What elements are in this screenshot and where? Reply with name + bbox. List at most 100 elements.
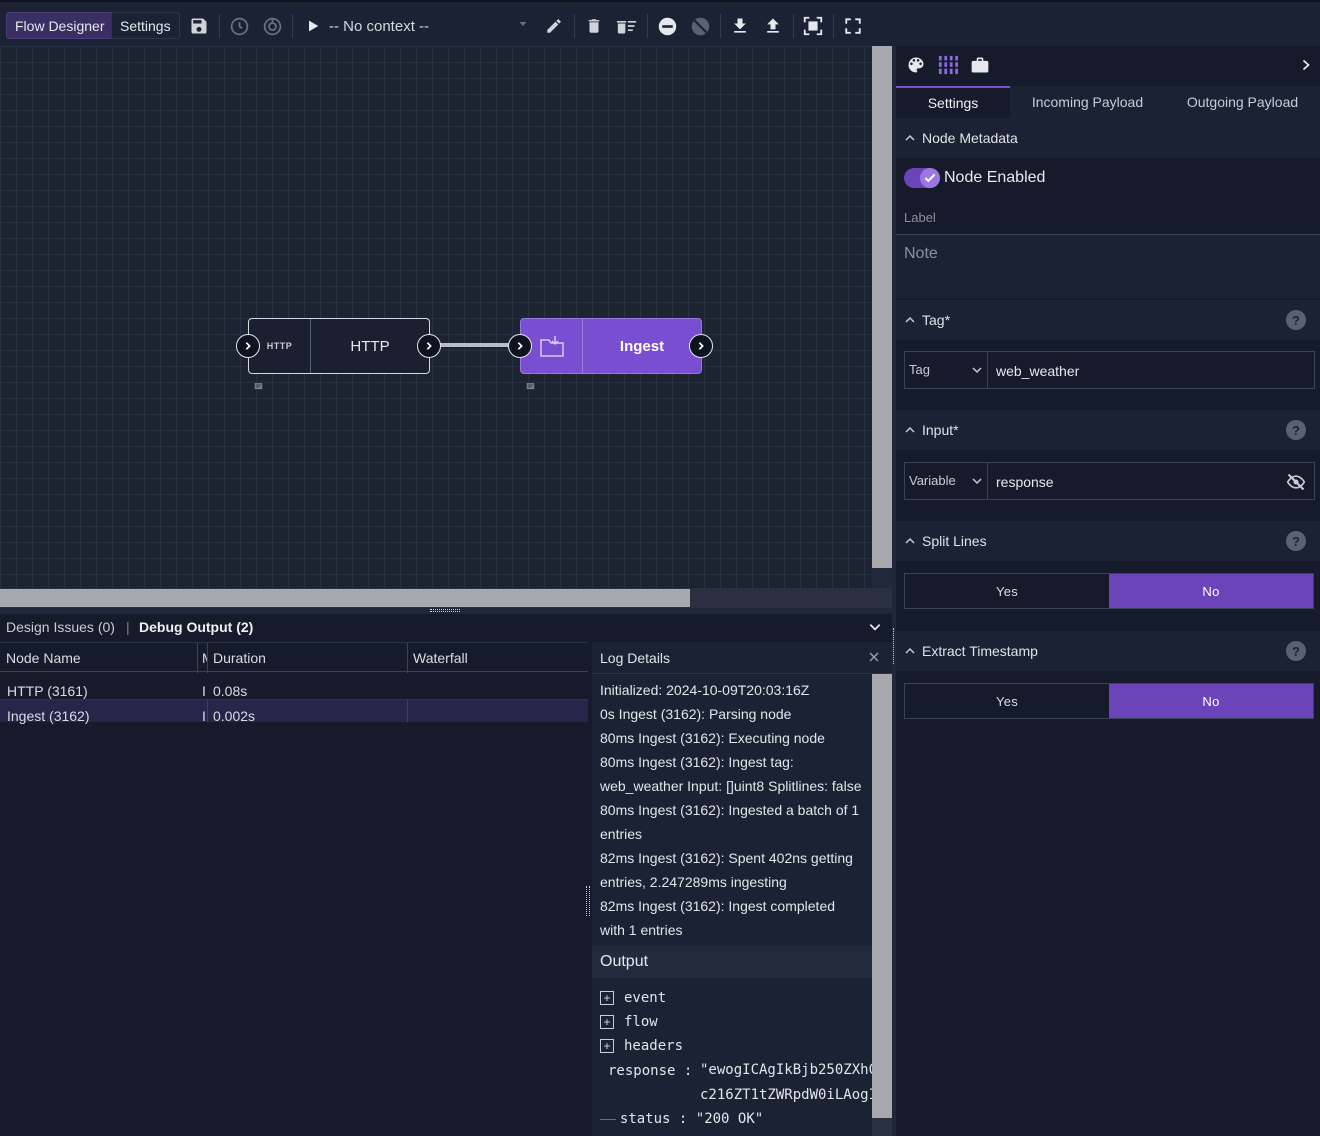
collapse-chevron-icon[interactable]	[868, 620, 882, 634]
section-extract-timestamp[interactable]: Extract Timestamp ?	[896, 631, 1320, 671]
chevron-up-icon	[904, 132, 916, 144]
fit-to-screen-icon[interactable]	[801, 14, 825, 38]
help-icon[interactable]: ?	[1286, 531, 1306, 551]
extract-timestamp-yes-button[interactable]: Yes	[905, 684, 1109, 718]
column-header-node-name[interactable]: Node Name	[6, 650, 81, 666]
column-header-duration[interactable]: Duration	[213, 650, 266, 666]
log-line: web_weather Input: []uint8 Splitlines: f…	[600, 778, 862, 794]
extract-timestamp-no-button[interactable]: No	[1109, 684, 1313, 718]
history-icon[interactable]	[227, 14, 251, 38]
equalizer-icon[interactable]	[937, 55, 959, 75]
section-input[interactable]: Input* ?	[896, 410, 1320, 450]
tree-item-label: flow	[624, 1014, 658, 1030]
http-node[interactable]: HTTP HTTP	[248, 318, 430, 374]
input-type-select[interactable]: Variable	[904, 462, 988, 500]
section-tag[interactable]: Tag* ?	[896, 300, 1320, 340]
scrollbar-thumb[interactable]	[872, 46, 892, 568]
tree-item-status: status : "200 OK"	[600, 1110, 763, 1127]
visibility-off-icon[interactable]	[1286, 472, 1306, 492]
tab-flow-designer[interactable]: Flow Designer	[6, 12, 114, 39]
tab-incoming-payload[interactable]: Incoming Payload	[1010, 86, 1165, 118]
status-value: "200 OK"	[695, 1111, 764, 1127]
note-icon[interactable]	[526, 382, 535, 391]
section-node-metadata[interactable]: Node Metadata	[896, 118, 1320, 158]
section-split-lines[interactable]: Split Lines ?	[896, 521, 1320, 561]
log-line: 80ms Ingest (3162): Ingested a batch of …	[600, 802, 860, 818]
table-row[interactable]: Ingest (3162) I 0.002s	[0, 700, 588, 724]
tab-settings-panel[interactable]: Settings	[896, 86, 1010, 118]
log-scrollbar[interactable]	[872, 674, 892, 1136]
note-field[interactable]: Note	[896, 235, 1320, 298]
collapse-panel-chevron-icon[interactable]	[1300, 58, 1312, 72]
delete-all-icon[interactable]	[615, 14, 639, 38]
section-title: Input*	[922, 422, 959, 438]
bottom-tab-bar: Design Issues (0) | Debug Output (2)	[0, 614, 892, 642]
palette-icon[interactable]	[906, 55, 926, 75]
scrollbar-thumb[interactable]	[0, 589, 690, 607]
http-node-input-port[interactable]	[236, 334, 260, 358]
label-field[interactable]: Label	[896, 200, 1320, 235]
status-key: status	[619, 1111, 671, 1127]
tab-debug-output[interactable]: Debug Output (2)	[139, 619, 253, 635]
tree-item-headers[interactable]: + headers	[600, 1038, 683, 1054]
disable-node-icon[interactable]	[655, 14, 679, 38]
canvas-vertical-scrollbar[interactable]	[872, 46, 892, 588]
tree-item-event[interactable]: + event	[600, 990, 666, 1006]
ingest-node[interactable]: Ingest	[520, 318, 702, 374]
response-value-line2: c216ZT1tZWRpdW0iLAogI	[700, 1087, 872, 1103]
flow-canvas[interactable]: HTTP HTTP Ingest	[0, 46, 872, 588]
input-variable-field[interactable]: response	[987, 462, 1315, 500]
run-icon[interactable]	[301, 14, 325, 38]
tab-outgoing-payload[interactable]: Outgoing Payload	[1165, 86, 1320, 118]
log-lines: Initialized: 2024-10-09T20:03:16Z 0s Ing…	[600, 678, 872, 942]
upload-icon[interactable]	[761, 14, 785, 38]
log-resize-handle[interactable]	[586, 886, 590, 916]
node-enabled-toggle[interactable]	[904, 168, 940, 188]
column-header-waterfall[interactable]: Waterfall	[413, 650, 468, 666]
response-key: response	[608, 1063, 676, 1079]
help-icon[interactable]: ?	[1286, 420, 1306, 440]
schedule-target-icon[interactable]	[260, 14, 284, 38]
log-line: Initialized: 2024-10-09T20:03:16Z	[600, 682, 810, 698]
log-line: with 1 entries	[600, 922, 683, 938]
chevron-up-icon	[904, 424, 916, 436]
split-lines-yes-button[interactable]: Yes	[905, 574, 1109, 608]
split-lines-no-button[interactable]: No	[1109, 574, 1313, 608]
http-node-output-port[interactable]	[417, 334, 441, 358]
output-tree: + event + flow + headers response : "ewo…	[592, 978, 872, 1136]
download-icon[interactable]	[728, 14, 752, 38]
context-select[interactable]: -- No context --	[329, 16, 529, 36]
ingest-node-input-port[interactable]	[508, 334, 532, 358]
tab-divider: |	[126, 619, 130, 635]
save-icon[interactable]	[187, 14, 211, 38]
node-enabled-label: Node Enabled	[944, 169, 1046, 186]
tree-item-flow[interactable]: + flow	[600, 1014, 658, 1030]
canvas-horizontal-scrollbar[interactable]	[0, 588, 892, 608]
row-duration: 0.002s	[213, 708, 256, 724]
row-m: I	[202, 683, 206, 699]
fullscreen-icon[interactable]	[841, 14, 865, 38]
ingest-node-output-port[interactable]	[689, 334, 713, 358]
table-row[interactable]: HTTP (3161) I 0.08s	[0, 678, 588, 700]
log-details-title: Log Details	[600, 650, 671, 666]
help-icon[interactable]: ?	[1286, 310, 1306, 330]
delete-icon[interactable]	[582, 14, 606, 38]
scrollbar-thumb[interactable]	[872, 674, 892, 1118]
expand-plus-icon[interactable]: +	[600, 1039, 614, 1053]
close-icon[interactable]	[868, 651, 880, 663]
tab-design-issues[interactable]: Design Issues (0)	[6, 619, 115, 635]
expand-plus-icon[interactable]: +	[600, 1015, 614, 1029]
chevron-down-icon	[971, 475, 983, 487]
log-line: 82ms Ingest (3162): Spent 402ns getting	[600, 850, 853, 866]
note-icon[interactable]	[254, 382, 263, 391]
help-icon[interactable]: ?	[1286, 641, 1306, 661]
tag-input[interactable]: web_weather	[987, 351, 1315, 389]
tag-type-select[interactable]: Tag	[904, 351, 988, 389]
expand-plus-icon[interactable]: +	[600, 991, 614, 1005]
tree-item-label: event	[624, 990, 667, 1006]
edit-pencil-icon[interactable]	[542, 14, 566, 38]
hide-icon[interactable]	[688, 14, 712, 38]
briefcase-icon[interactable]	[970, 55, 990, 75]
tab-settings[interactable]: Settings	[111, 12, 180, 39]
output-header: Output	[592, 946, 872, 978]
